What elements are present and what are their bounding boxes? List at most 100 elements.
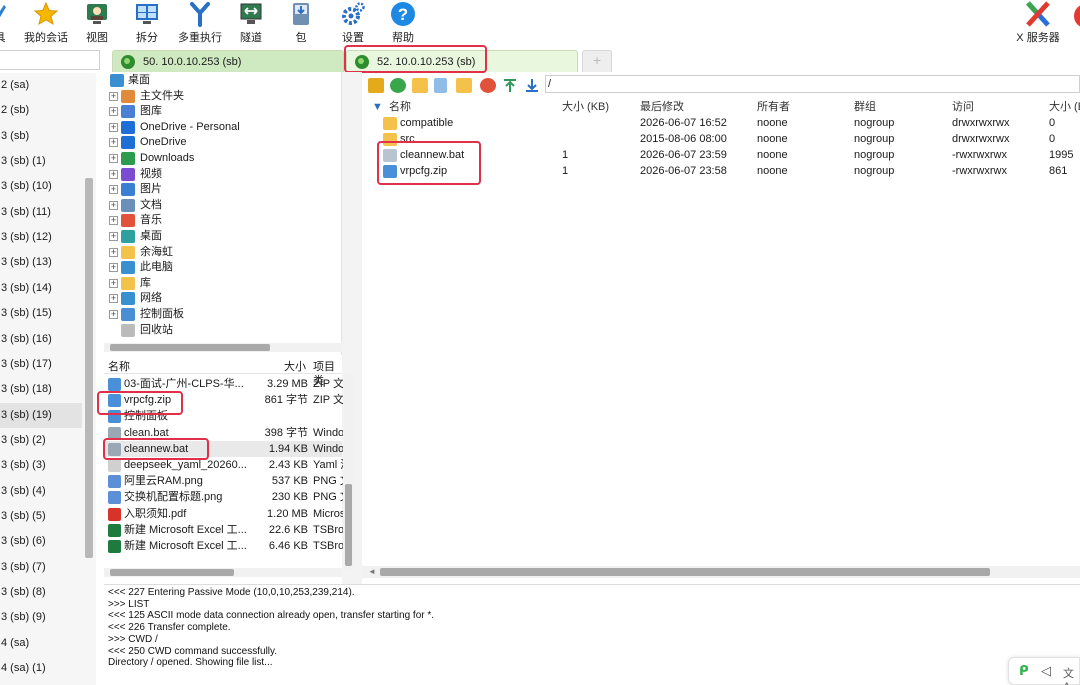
file-list-scrollbar[interactable]	[344, 374, 353, 570]
remote-file-row[interactable]: vrpcfg.zip 1 2026-06-07 23:58 noone nogroup -…	[362, 163, 1080, 179]
toolbar-tools-button[interactable]: 具	[0, 0, 8, 46]
toolbar-xserver-button[interactable]: X 服务器	[1014, 0, 1062, 46]
session-item[interactable]: 3 (sb) (8)	[0, 580, 82, 605]
session-list-scrollbar[interactable]	[85, 178, 93, 558]
expand-icon[interactable]: +	[109, 122, 118, 132]
expand-icon[interactable]: +	[109, 310, 118, 319]
session-item[interactable]: 3 (sb) (14)	[0, 276, 82, 301]
translate-icon[interactable]: 文A	[1063, 665, 1079, 685]
new-tab-button[interactable]: +	[582, 50, 612, 72]
col-size-header[interactable]: 大小	[284, 360, 306, 374]
file-row[interactable]: 阿里云RAM.png537 KBPNG 文	[104, 473, 343, 489]
file-row[interactable]: 交换机配置标题.png230 KBPNG 文	[104, 489, 343, 505]
new-file-icon[interactable]	[434, 78, 447, 93]
toolbar-my-sessions-button[interactable]: 我的会话	[20, 0, 72, 46]
toolbar-view-button[interactable]: 视图	[82, 0, 112, 46]
file-row[interactable]: 新建 Microsoft Excel 工... 6.46 KB TSBro	[104, 538, 343, 554]
file-row[interactable]: 新建 Microsoft Excel 工... 22.6 KB TSBro	[104, 522, 343, 538]
session-item[interactable]: 2 (sa)	[0, 73, 82, 98]
refresh-icon[interactable]	[390, 78, 406, 93]
session-item[interactable]: 3 (sb) (17)	[0, 352, 82, 377]
new-folder-icon[interactable]	[412, 78, 428, 93]
expand-icon[interactable]: +	[109, 232, 118, 241]
tree-hscroll[interactable]	[104, 343, 342, 352]
toolbar-package-button[interactable]: 包	[286, 0, 316, 46]
session-item[interactable]: 4 (sa)	[0, 631, 82, 656]
upload-icon[interactable]	[502, 78, 518, 93]
session-item[interactable]: 3 (sb) (3)	[0, 453, 82, 478]
col-owner-header[interactable]: 所有者	[757, 99, 790, 115]
session-item[interactable]: 3 (sb) (5)	[0, 504, 82, 529]
delete-icon[interactable]	[480, 78, 496, 93]
expand-icon[interactable]: +	[109, 154, 118, 163]
session-item[interactable]: 3 (sb) (7)	[0, 555, 82, 580]
col-name-header[interactable]: 名称	[389, 99, 411, 115]
open-folder-icon[interactable]	[456, 78, 472, 93]
log-pane: <<< 227 Entering Passive Mode (10,0,10,2…	[104, 584, 1080, 685]
file-row[interactable]: clean.bat 398 字节 Windo	[104, 425, 343, 441]
expand-icon[interactable]: +	[109, 200, 118, 210]
pin-icon[interactable]: ᑭ	[1019, 663, 1029, 679]
session-item[interactable]: 3 (sb) (9)	[0, 605, 82, 630]
col-modified-header[interactable]: 最后修改	[640, 99, 684, 115]
toolbar-exit-icon[interactable]	[1074, 4, 1080, 28]
download-icon[interactable]	[524, 78, 540, 93]
session-item[interactable]: 3 (sb) (11)	[0, 200, 82, 225]
expand-icon[interactable]: +	[109, 216, 118, 226]
expand-icon[interactable]: +	[109, 185, 118, 195]
expand-icon[interactable]: +	[109, 169, 118, 179]
folder-icon	[121, 308, 135, 321]
file-row[interactable]: vrpcfg.zip 861 字节 ZIP 文	[104, 392, 343, 408]
session-item[interactable]: 3 (sb)	[0, 124, 82, 149]
expand-icon[interactable]: +	[109, 294, 118, 304]
session-item[interactable]: 3 (sb) (6)	[0, 529, 82, 554]
send-icon[interactable]: ◁	[1041, 663, 1051, 679]
session-item[interactable]: 2 (sb)	[0, 98, 82, 123]
session-item[interactable]: 3 (sb) (18)	[0, 377, 82, 402]
expand-icon[interactable]: +	[109, 91, 118, 101]
file-row[interactable]: cleannew.bat 1.94 KB Windo	[104, 440, 343, 457]
file-type: PNG 文	[313, 475, 343, 488]
file-list-hscroll[interactable]	[104, 568, 342, 577]
session-item[interactable]: 3 (sb) (4)	[0, 479, 82, 504]
session-item[interactable]: 3 (sb) (15)	[0, 301, 82, 326]
expand-icon[interactable]: +	[109, 263, 118, 273]
expand-icon[interactable]: +	[109, 278, 118, 288]
expand-icon[interactable]: +	[109, 247, 118, 257]
toolbar-help-button[interactable]: ? 帮助	[388, 0, 418, 46]
session-item[interactable]: 3 (sb) (2)	[0, 428, 82, 453]
col-size-header[interactable]: 大小 (KB)	[562, 99, 609, 115]
parent-dir-icon[interactable]	[368, 78, 384, 93]
scroll-left-icon[interactable]: ◄	[368, 567, 376, 576]
remote-path-input[interactable]: /	[545, 75, 1080, 93]
session-item[interactable]: 4 (sa) (1)	[0, 656, 82, 681]
session-item[interactable]: 3 (sb) (13)	[0, 250, 82, 275]
toolbar-multiexec-button[interactable]: 多重执行	[176, 0, 224, 46]
remote-file-row[interactable]: cleannew.bat 1 2026-06-07 23:59 noone nogrou…	[362, 147, 1080, 163]
toolbar-split-button[interactable]: 拆分	[132, 0, 162, 46]
file-row[interactable]: deepseek_yaml_20260...2.43 KBYaml 涉	[104, 457, 343, 473]
expand-icon[interactable]: +	[109, 138, 118, 148]
col-access-header[interactable]: 访问	[952, 99, 974, 115]
toolbar-tunnel-button[interactable]: 隧道	[236, 0, 266, 46]
session-item[interactable]: 3 (sb) (12)	[0, 225, 82, 250]
tab-session-52[interactable]: 52. 10.0.10.253 (sb)	[346, 50, 578, 72]
expand-icon[interactable]: +	[109, 107, 118, 117]
session-search-box[interactable]	[0, 50, 100, 70]
session-item[interactable]: 3 (sb) (19)	[0, 402, 82, 428]
toolbar-settings-button[interactable]: 设置	[336, 0, 370, 46]
col-group-header[interactable]: 群组	[854, 99, 876, 115]
remote-file-row[interactable]: compatible 2026-06-07 16:52 noone nogroup dr…	[362, 115, 1080, 131]
folder-icon	[121, 261, 135, 275]
session-item[interactable]: 3 (sb) (16)	[0, 327, 82, 352]
col-size-bytes-header[interactable]: 大小 (B	[1049, 99, 1080, 115]
tab-session-50[interactable]: 50. 10.0.10.253 (sb)	[112, 50, 344, 72]
session-item[interactable]: 3 (sb) (10)	[0, 174, 82, 199]
file-row[interactable]: 控制面板	[104, 408, 342, 424]
col-name-header[interactable]: 名称	[108, 360, 130, 374]
session-item[interactable]: 3 (sb) (1)	[0, 149, 82, 174]
file-row[interactable]: 03-面试-广州-CLPS-华... 3.29 MB ZIP 文	[104, 376, 343, 392]
file-row[interactable]: 入职须知.pdf 1.20 MB Micros	[104, 506, 343, 522]
remote-file-row[interactable]: src 2015-08-06 08:00 noone nogroup drwxrwxrw…	[362, 131, 1080, 147]
remote-hscroll[interactable]: ◄	[362, 566, 1080, 578]
